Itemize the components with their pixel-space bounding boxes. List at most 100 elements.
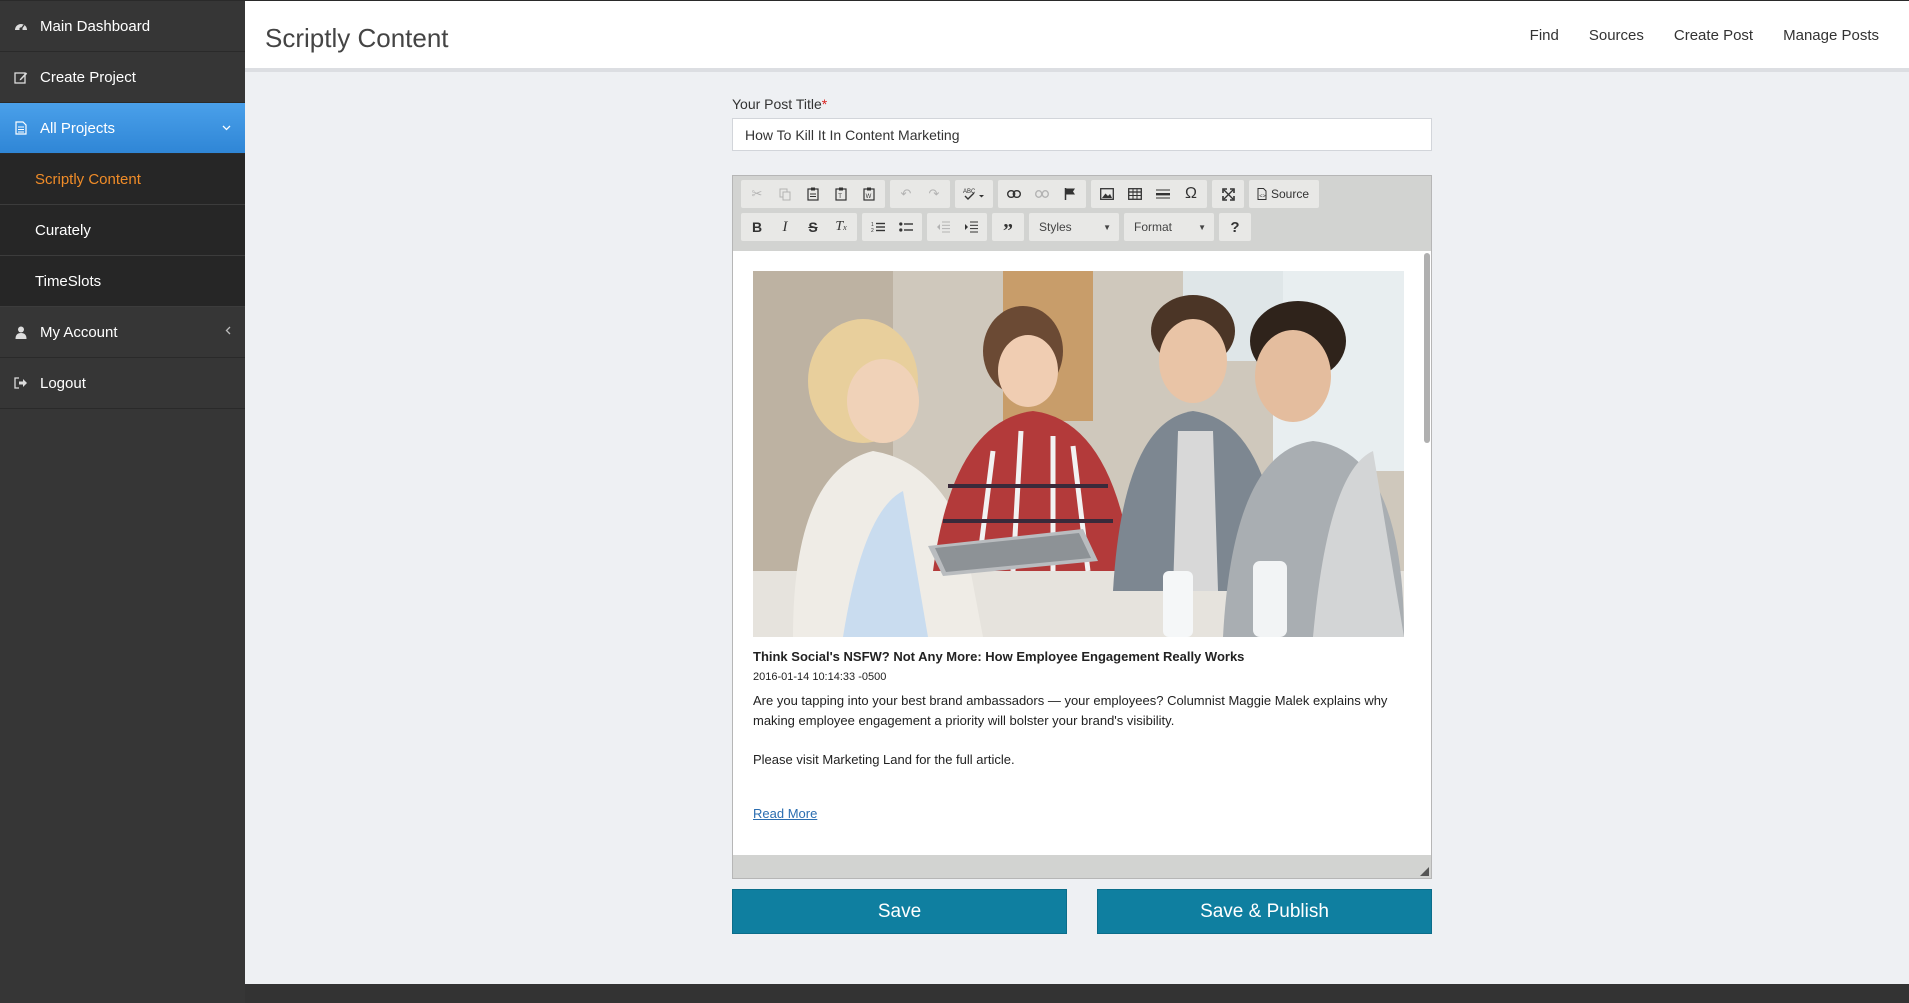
sidebar-item-label: Main Dashboard: [40, 17, 151, 35]
sidebar-subitem-timeslots[interactable]: TimeSlots: [0, 256, 245, 307]
blockquote-icon[interactable]: ”: [994, 215, 1022, 242]
team-collaboration-photo: [753, 271, 1404, 637]
format-dropdown[interactable]: Format ▼: [1124, 213, 1214, 241]
bulleted-list-icon[interactable]: [892, 215, 920, 239]
maximize-group: [1212, 180, 1244, 208]
article-body: Are you tapping into your best brand amb…: [753, 693, 1388, 728]
redo-icon[interactable]: ↷: [920, 182, 948, 206]
source-icon: <>: [1257, 188, 1267, 200]
required-mark: *: [821, 96, 828, 112]
links-group: [998, 180, 1086, 208]
sidebar-item-all-projects[interactable]: All Projects: [0, 103, 245, 154]
svg-text:2: 2: [871, 228, 874, 233]
top-bar: Scriptly Content Find Sources Create Pos…: [245, 0, 1909, 72]
dropdown-arrow-icon: ▼: [1198, 222, 1206, 232]
resize-handle-icon[interactable]: [1420, 867, 1429, 876]
read-more-link[interactable]: Read More: [753, 806, 817, 821]
maximize-icon[interactable]: [1214, 182, 1242, 206]
post-title-label-text: Your Post Title: [732, 96, 822, 112]
logout-icon: [11, 377, 31, 389]
sidebar-subitem-curately[interactable]: Curately: [0, 205, 245, 256]
post-title-input[interactable]: [732, 118, 1432, 151]
sidebar-item-my-account[interactable]: My Account: [0, 307, 245, 358]
nav-create-post[interactable]: Create Post: [1674, 27, 1753, 44]
editor-content[interactable]: Think Social's NSFW? Not Any More: How E…: [733, 251, 1425, 855]
help-group: ?: [1219, 213, 1251, 241]
rich-text-editor: ✂ T W ↶ ↷ ABC Ω <> Source B I S T x 1 2 …: [732, 175, 1432, 879]
strikethrough-icon[interactable]: S: [799, 215, 827, 239]
link-icon[interactable]: [1000, 182, 1028, 206]
sidebar-item-create-project[interactable]: Create Project: [0, 52, 245, 103]
chevron-down-icon: [222, 122, 231, 134]
bold-icon[interactable]: B: [743, 215, 771, 239]
article-photo: [753, 271, 1404, 637]
article-visit-note: Please visit Marketing Land for the full…: [753, 752, 1015, 767]
svg-text:<>: <>: [1259, 193, 1265, 199]
sidebar-item-logout[interactable]: Logout: [0, 358, 245, 409]
styles-label: Styles: [1039, 220, 1072, 234]
copy-icon[interactable]: [771, 182, 799, 206]
sidebar-item-label: All Projects: [40, 119, 116, 137]
sidebar-item-main-dashboard[interactable]: Main Dashboard: [0, 1, 245, 52]
save-publish-button[interactable]: Save & Publish: [1097, 889, 1432, 934]
nav-manage-posts[interactable]: Manage Posts: [1783, 27, 1879, 44]
numbered-list-icon[interactable]: 12: [864, 215, 892, 239]
article-date: 2016-01-14 10:14:33 -0500: [753, 671, 887, 683]
outdent-icon[interactable]: [929, 215, 957, 239]
remove-format-icon[interactable]: Tx: [827, 215, 855, 239]
scrollbar-thumb[interactable]: [1424, 253, 1430, 443]
spellcheck-icon[interactable]: ABC: [957, 182, 991, 206]
top-nav: Find Sources Create Post Manage Posts: [1530, 27, 1879, 44]
spellcheck-group: ABC: [955, 180, 993, 208]
article-title: Think Social's NSFW? Not Any More: How E…: [753, 649, 1245, 664]
editor-toolbar-row-1: ✂ T W ↶ ↷ ABC Ω <> Source: [741, 180, 1320, 208]
editor-toolbar-row-2: B I S Tx 12 ” Styles ▼ Format ▼ ?: [741, 213, 1251, 242]
document-icon: [11, 121, 31, 135]
source-button[interactable]: <> Source: [1251, 182, 1317, 206]
save-button[interactable]: Save: [732, 889, 1067, 934]
chevron-left-icon: [225, 326, 231, 338]
indent-icon[interactable]: [957, 215, 985, 239]
editor-scrollbar[interactable]: [1423, 251, 1431, 855]
main-content: Scriptly Content Find Sources Create Pos…: [245, 0, 1909, 984]
edit-icon: [11, 71, 31, 84]
history-group: ↶ ↷: [890, 180, 950, 208]
paste-icon[interactable]: [799, 182, 827, 206]
insert-group: Ω: [1091, 180, 1207, 208]
indent-group: [927, 213, 987, 241]
basic-styles-group: B I S Tx: [741, 213, 857, 241]
table-icon[interactable]: [1121, 182, 1149, 206]
cut-icon[interactable]: ✂: [743, 182, 771, 206]
sidebar-item-label: Logout: [40, 374, 86, 392]
styles-dropdown[interactable]: Styles ▼: [1029, 213, 1119, 241]
source-group: <> Source: [1249, 180, 1320, 208]
unlink-icon[interactable]: [1028, 182, 1056, 206]
paste-text-icon[interactable]: T: [827, 182, 855, 206]
sidebar-item-label: Create Project: [40, 68, 136, 86]
nav-find[interactable]: Find: [1530, 27, 1559, 44]
horizontal-line-icon[interactable]: [1149, 182, 1177, 206]
svg-text:T: T: [838, 194, 842, 200]
source-label: Source: [1271, 187, 1310, 201]
image-icon[interactable]: [1093, 182, 1121, 206]
post-title-label: Your Post Title*: [732, 96, 1432, 114]
help-icon[interactable]: ?: [1221, 215, 1249, 239]
page-title: Scriptly Content: [265, 23, 449, 53]
paste-from-word-icon[interactable]: W: [855, 182, 883, 206]
blockquote-group: ”: [992, 213, 1024, 242]
clipboard-group: ✂ T W: [741, 180, 885, 208]
special-character-icon[interactable]: Ω: [1177, 182, 1205, 206]
user-icon: [11, 326, 31, 339]
sidebar-item-label: My Account: [40, 323, 118, 341]
anchor-flag-icon[interactable]: [1056, 182, 1084, 206]
italic-icon[interactable]: I: [771, 215, 799, 239]
svg-text:W: W: [866, 194, 872, 200]
sidebar-subitem-scriptly-content[interactable]: Scriptly Content: [0, 154, 245, 205]
format-label: Format: [1134, 220, 1173, 234]
post-form: Your Post Title*: [732, 96, 1432, 151]
nav-sources[interactable]: Sources: [1589, 27, 1644, 44]
list-group: 12: [862, 213, 922, 241]
dropdown-arrow-icon: ▼: [1103, 222, 1111, 232]
undo-icon[interactable]: ↶: [892, 182, 920, 206]
sidebar: Main Dashboard Create Project All Projec…: [0, 0, 245, 1003]
